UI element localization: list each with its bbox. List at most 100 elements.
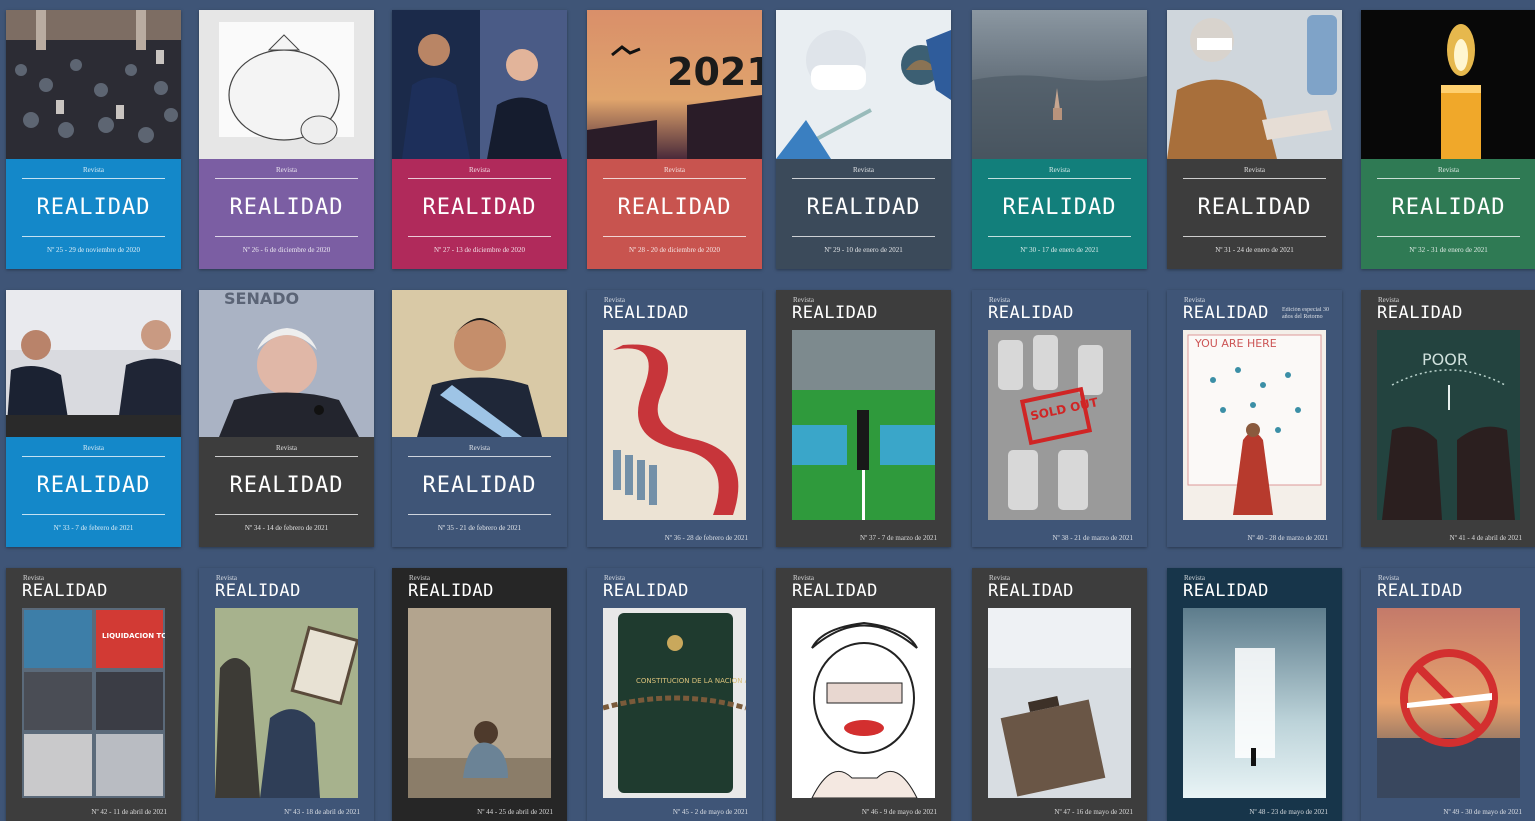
divider [603, 236, 746, 237]
cover-43[interactable]: Revista REALIDAD Nº 43 - 18 de abril de … [199, 568, 374, 821]
cover-issue: Nº 34 - 14 de febrero de 2021 [244, 524, 329, 532]
cover-issue: Nº 44 - 25 de abril de 2021 [477, 808, 553, 816]
cover-image-text: 2021 [667, 50, 762, 94]
cover-header: Revista REALIDAD [1167, 568, 1342, 608]
cover-special-note: Edición especial 30 años del Retorno [1282, 307, 1329, 320]
cover-48[interactable]: Revista REALIDAD Nº 48 - 23 de mayo de 2… [1167, 568, 1342, 821]
divider [215, 236, 358, 237]
cover-25[interactable]: Revista REALIDAD Nº 25 - 29 de noviembre… [6, 10, 181, 269]
cover-kicker: Revista [1438, 166, 1459, 174]
cover-kicker: Revista [853, 166, 874, 174]
divider [603, 178, 746, 179]
cover-issue: Nº 25 - 29 de noviembre de 2020 [47, 246, 140, 254]
cover-49[interactable]: Revista REALIDAD Nº 49 - 30 de mayo de 2… [1361, 568, 1535, 821]
cover-title: REALIDAD [806, 195, 921, 220]
cover-title: REALIDAD [792, 303, 878, 323]
cover-kicker: Revista [469, 444, 490, 452]
cover-kicker: Revista [276, 166, 297, 174]
cover-header: Revista REALIDAD [587, 568, 762, 608]
cover-title: REALIDAD [229, 473, 344, 498]
cover-image-tax-bag-cartoon [199, 10, 374, 159]
cover-image-suitcase-airport [988, 608, 1131, 798]
cover-image-text: POOR [1422, 350, 1468, 369]
cover-title: REALIDAD [36, 195, 151, 220]
cover-title: REALIDAD [1377, 303, 1463, 323]
cover-band: Revista REALIDAD Nº 30 - 17 de enero de … [972, 159, 1147, 269]
cover-37[interactable]: Revista REALIDAD Nº 37 - 7 de marzo de 2… [776, 290, 951, 547]
cover-issue: Nº 32 - 31 de enero de 2021 [1409, 246, 1488, 254]
cover-40[interactable]: Revista REALIDAD Edición especial 30 año… [1167, 290, 1342, 547]
cover-47[interactable]: Revista REALIDAD Nº 47 - 16 de mayo de 2… [972, 568, 1147, 821]
divider [1377, 236, 1520, 237]
cover-issue: Nº 27 - 13 de diciembre de 2020 [433, 246, 525, 254]
cover-image-president-sash [392, 290, 567, 437]
cover-issue: Nº 31 - 24 de enero de 2021 [1215, 246, 1294, 254]
cover-issue: Nº 29 - 10 de enero de 2021 [824, 246, 903, 254]
cover-title: REALIDAD [988, 581, 1074, 601]
cover-issue: Nº 49 - 30 de mayo de 2021 [1443, 808, 1522, 816]
cover-46[interactable]: Revista REALIDAD Nº 46 - 9 de mayo de 20… [776, 568, 951, 821]
cover-issue: Nº 35 - 21 de febrero de 2021 [437, 524, 522, 532]
cover-kicker: Revista [83, 444, 104, 452]
cover-image-text: SENADO [224, 290, 299, 308]
cover-29[interactable]: Revista REALIDAD Nº 29 - 10 de enero de … [776, 10, 951, 269]
cover-header: Revista REALIDAD [1361, 290, 1535, 330]
divider [408, 236, 551, 237]
cover-band: Revista REALIDAD Nº 28 - 20 de diciembre… [587, 159, 762, 269]
cover-title: REALIDAD [422, 473, 537, 498]
cover-title: REALIDAD [408, 581, 494, 601]
cover-image-helicopter-dog [1167, 10, 1342, 159]
cover-44[interactable]: Revista REALIDAD Nº 44 - 25 de abril de … [392, 568, 567, 821]
cover-image-text: LIQUIDACION TOTAL [102, 632, 165, 640]
divider [408, 178, 551, 179]
cover-kicker: Revista [276, 444, 297, 452]
cover-band: Revista REALIDAD Nº 26 - 6 de diciembre … [199, 159, 374, 269]
cover-issue: Nº 33 - 7 de febrero de 2021 [53, 524, 134, 532]
cover-title: REALIDAD [422, 195, 537, 220]
cover-header: Revista REALIDAD [199, 568, 374, 608]
cover-image-candle [1361, 10, 1535, 159]
divider [792, 178, 935, 179]
cover-header: Revista REALIDAD [1361, 568, 1535, 608]
cover-38[interactable]: Revista REALIDAD SOLD OUT Nº 38 - 21 de … [972, 290, 1147, 547]
cover-title: REALIDAD [603, 303, 689, 323]
cover-41[interactable]: Revista REALIDAD POOR Nº 41 - 4 de abril… [1361, 290, 1535, 547]
cover-26[interactable]: Revista REALIDAD Nº 26 - 6 de diciembre … [199, 10, 374, 269]
cover-band: Revista REALIDAD Nº 27 - 13 de diciembre… [392, 159, 567, 269]
cover-35[interactable]: Revista REALIDAD Nº 35 - 21 de febrero d… [392, 290, 567, 547]
cover-image-child-crouching [408, 608, 551, 798]
cover-issue: Nº 46 - 9 de mayo de 2021 [861, 808, 937, 816]
cover-image-vaccine-sold-out: SOLD OUT [988, 330, 1131, 520]
cover-kicker: Revista [83, 166, 104, 174]
cover-image-drowning-hand [972, 10, 1147, 159]
cover-band: Revista REALIDAD Nº 32 - 31 de enero de … [1361, 159, 1535, 269]
cover-27[interactable]: Revista REALIDAD Nº 27 - 13 de diciembre… [392, 10, 567, 269]
cover-title: REALIDAD [215, 581, 301, 601]
divider [408, 514, 551, 515]
cover-title: REALIDAD [22, 581, 108, 601]
cover-30[interactable]: Revista REALIDAD Nº 30 - 17 de enero de … [972, 10, 1147, 269]
cover-image-empty-stadium [792, 330, 935, 520]
cover-36[interactable]: Revista REALIDAD Nº 36 - 28 de febrero d… [587, 290, 762, 547]
cover-image-senate-speaker: SENADO [199, 290, 374, 437]
cover-image-2021-jump: 2021 [587, 10, 762, 159]
divider [408, 456, 551, 457]
cover-issue: Nº 30 - 17 de enero de 2021 [1020, 246, 1099, 254]
cover-28[interactable]: 2021 Revista REALIDAD Nº 28 - 20 de dici… [587, 10, 762, 269]
cover-title: REALIDAD [1183, 581, 1269, 601]
cover-45[interactable]: Revista REALIDAD CONSTITUCION DE LA NACI… [587, 568, 762, 821]
cover-33[interactable]: Revista REALIDAD Nº 33 - 7 de febrero de… [6, 290, 181, 547]
cover-42[interactable]: Revista REALIDAD LIQUIDACION TOTAL Nº 42… [6, 568, 181, 821]
divider [22, 456, 165, 457]
cover-31[interactable]: Revista REALIDAD Nº 31 - 24 de enero de … [1167, 10, 1342, 269]
divider [22, 514, 165, 515]
cover-issue: Nº 28 - 20 de diciembre de 2020 [628, 246, 720, 254]
cover-issue: Nº 41 - 4 de abril de 2021 [1449, 534, 1522, 542]
cover-image-caricature-mask [792, 608, 935, 798]
cover-header: Revista REALIDAD [776, 568, 951, 608]
cover-image-liquidacion-collage: LIQUIDACION TOTAL [22, 608, 165, 798]
cover-kicker: Revista [664, 166, 685, 174]
cover-header: Revista REALIDAD [392, 568, 567, 608]
cover-32[interactable]: Revista REALIDAD Nº 32 - 31 de enero de … [1361, 10, 1535, 269]
cover-34[interactable]: SENADO Revista REALIDAD Nº 34 - 14 de fe… [199, 290, 374, 547]
